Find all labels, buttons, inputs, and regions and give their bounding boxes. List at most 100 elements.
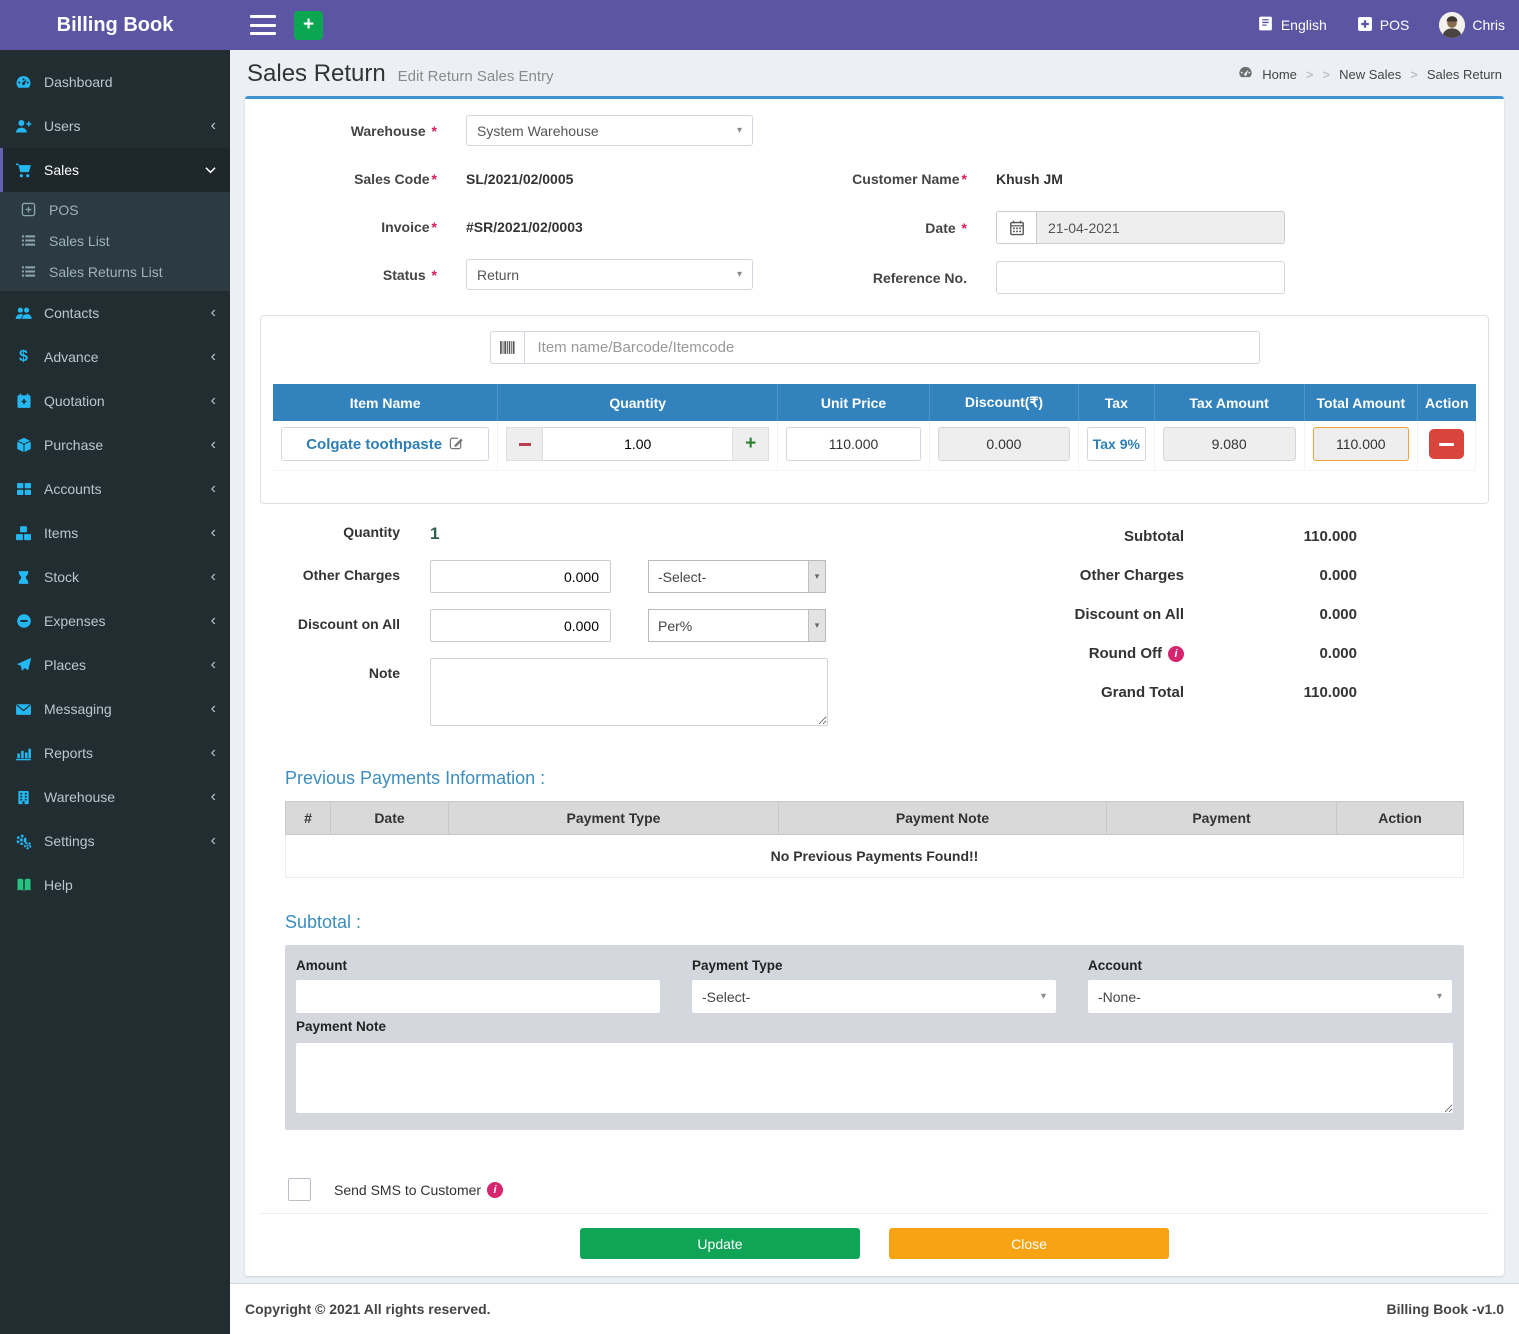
- sidebar-item-pos[interactable]: POS: [0, 194, 230, 225]
- status-label: Status *: [260, 267, 466, 283]
- top-nav-strip: + English POS Chris: [230, 0, 1519, 50]
- chevron-left-icon: ‹: [211, 745, 216, 761]
- warehouse-select[interactable]: System Warehouse▾: [466, 115, 753, 146]
- users-icon: [15, 305, 32, 322]
- close-button[interactable]: Close: [889, 1228, 1169, 1259]
- col-tax: Tax: [1079, 384, 1155, 421]
- date-input[interactable]: [1036, 211, 1285, 244]
- quantity-increase-button[interactable]: +: [732, 427, 769, 461]
- chevron-left-icon: ‹: [211, 305, 216, 321]
- caret-down-icon: ▾: [1041, 991, 1046, 1002]
- bar-chart-icon: [15, 745, 32, 762]
- info-icon[interactable]: i: [1168, 646, 1184, 662]
- sidebar-item-users[interactable]: Users ‹: [0, 104, 230, 148]
- payment-note-textarea[interactable]: [296, 1043, 1453, 1113]
- info-icon[interactable]: i: [487, 1182, 503, 1198]
- amount-label: Amount: [296, 958, 660, 973]
- chevron-left-icon: ‹: [211, 481, 216, 497]
- tax-link[interactable]: Tax 9%: [1093, 436, 1140, 452]
- sidebar-item-label: Stock: [44, 569, 211, 585]
- sidebar-item-help[interactable]: Help: [0, 863, 230, 907]
- items-table: Item Name Quantity Unit Price Discount(₹…: [273, 384, 1476, 471]
- sidebar-item-sales[interactable]: Sales: [0, 148, 230, 192]
- quantity-total-value: 1: [430, 524, 439, 544]
- sidebar-item-label: Reports: [44, 745, 211, 761]
- sidebar-item-sales-list[interactable]: Sales List: [0, 225, 230, 256]
- sidebar-item-accounts[interactable]: Accounts ‹: [0, 467, 230, 511]
- grid-icon: [15, 481, 32, 498]
- sidebar-item-settings[interactable]: Settings ‹: [0, 819, 230, 863]
- col-date: Date: [331, 802, 449, 835]
- breadcrumb-home[interactable]: Home: [1262, 67, 1297, 82]
- user-name: Chris: [1472, 17, 1505, 33]
- col-payment: Payment: [1107, 802, 1337, 835]
- status-select[interactable]: Return▾: [466, 259, 753, 290]
- breadcrumb: Home > > New Sales > Sales Return: [1238, 65, 1502, 83]
- quick-add-button[interactable]: +: [294, 11, 323, 40]
- dashboard-icon: [15, 74, 32, 91]
- language-menu[interactable]: English: [1257, 15, 1327, 35]
- sidebar-item-warehouse[interactable]: Warehouse ‹: [0, 775, 230, 819]
- previous-payments-title: Previous Payments Information :: [285, 768, 1464, 789]
- quantity-decrease-button[interactable]: [506, 427, 543, 461]
- sidebar-item-label: Quotation: [44, 393, 211, 409]
- other-charges-select[interactable]: -Select-▾: [648, 560, 826, 593]
- sidebar-item-expenses[interactable]: Expenses ‹: [0, 599, 230, 643]
- note-textarea[interactable]: [430, 658, 828, 726]
- update-button[interactable]: Update: [580, 1228, 860, 1259]
- chevron-left-icon: ‹: [211, 349, 216, 365]
- send-sms-checkbox[interactable]: [288, 1178, 311, 1201]
- sidebar-item-purchase[interactable]: Purchase ‹: [0, 423, 230, 467]
- discount-type-select[interactable]: Per%▾: [648, 609, 826, 642]
- breadcrumb-current: Sales Return: [1427, 67, 1502, 82]
- chevron-left-icon: ‹: [211, 613, 216, 629]
- sidebar-item-stock[interactable]: Stock ‹: [0, 555, 230, 599]
- other-charges-total-value: 0.000: [1184, 567, 1357, 584]
- chevron-left-icon: ‹: [211, 525, 216, 541]
- amount-input[interactable]: [296, 980, 660, 1013]
- account-select[interactable]: -None-▾: [1088, 980, 1452, 1013]
- reference-no-input[interactable]: [996, 261, 1285, 294]
- edit-icon[interactable]: [449, 435, 464, 454]
- customer-name-label: Customer Name*: [790, 171, 996, 187]
- other-charges-input[interactable]: [430, 560, 611, 593]
- app-brand[interactable]: Billing Book: [0, 0, 230, 50]
- payment-type-label: Payment Type: [692, 958, 1056, 973]
- discount-on-all-input[interactable]: [430, 609, 611, 642]
- item-search-input[interactable]: [524, 331, 1260, 364]
- col-tax-amount: Tax Amount: [1154, 384, 1304, 421]
- quantity-input[interactable]: [543, 427, 732, 461]
- sidebar-item-messaging[interactable]: Messaging ‹: [0, 687, 230, 731]
- discount-total-value: 0.000: [1184, 606, 1357, 623]
- sidebar-item-contacts[interactable]: Contacts ‹: [0, 291, 230, 335]
- sidebar-item-label: Dashboard: [44, 74, 216, 90]
- payment-type-select[interactable]: -Select-▾: [692, 980, 1056, 1013]
- sidebar-item-dashboard[interactable]: Dashboard: [0, 60, 230, 104]
- remove-item-button[interactable]: [1429, 429, 1464, 459]
- sidebar-item-sales-returns-list[interactable]: Sales Returns List: [0, 256, 230, 287]
- sidebar-item-places[interactable]: Places ‹: [0, 643, 230, 687]
- reference-no-label: Reference No.: [790, 270, 996, 286]
- sidebar-item-label: Sales: [44, 162, 205, 178]
- sidebar-toggle-icon[interactable]: [250, 15, 276, 35]
- sidebar-item-items[interactable]: Items ‹: [0, 511, 230, 555]
- user-avatar: [1439, 12, 1465, 38]
- sidebar-item-label: Sales List: [49, 233, 110, 249]
- unit-price-input[interactable]: [786, 427, 921, 461]
- pos-shortcut[interactable]: POS: [1357, 16, 1410, 35]
- sidebar-item-advance[interactable]: $ Advance ‹: [0, 335, 230, 379]
- calendar-icon[interactable]: [996, 211, 1036, 244]
- item-name-link[interactable]: Colgate toothpaste: [306, 435, 464, 454]
- sidebar-item-label: Purchase: [44, 437, 211, 453]
- sidebar-item-reports[interactable]: Reports ‹: [0, 731, 230, 775]
- warehouse-label: Warehouse *: [260, 123, 466, 139]
- other-charges-label: Other Charges: [260, 560, 430, 583]
- date-label: Date *: [790, 220, 996, 236]
- breadcrumb-new-sales[interactable]: New Sales: [1339, 67, 1401, 82]
- sidebar-item-quotation[interactable]: Quotation ‹: [0, 379, 230, 423]
- payment-note-label: Payment Note: [296, 1019, 1453, 1034]
- user-menu[interactable]: Chris: [1439, 12, 1505, 38]
- top-navbar: Billing Book + English POS Chris: [0, 0, 1519, 50]
- sidebar-item-label: Messaging: [44, 701, 211, 717]
- minus-circle-icon: [15, 613, 32, 630]
